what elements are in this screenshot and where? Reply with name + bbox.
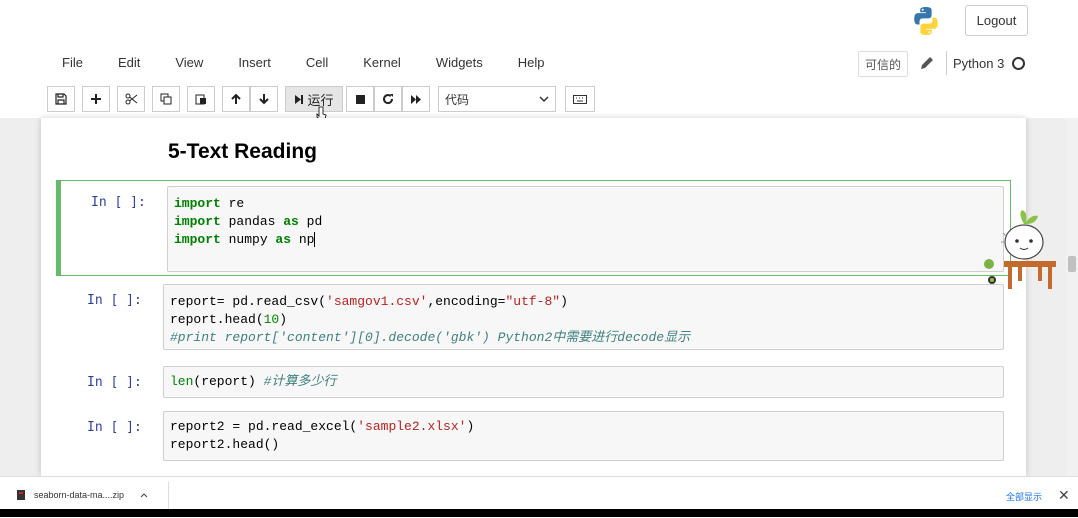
notebook-header: Logout File Edit View Insert Cell Kernel… [0,0,1078,121]
keyboard-icon [573,94,587,104]
code-editor[interactable]: len(report) #计算多少行 [163,366,1004,398]
copy-icon [160,93,172,105]
interrupt-button[interactable] [346,86,374,112]
code-line: report.head(10) [170,312,288,327]
cell-prompt: In [ ]: [87,375,142,390]
copy-button[interactable] [152,86,180,112]
cut-button[interactable] [117,86,145,112]
insert-cell-button[interactable] [82,86,110,112]
chevron-up-icon[interactable] [140,492,148,498]
menu-kernel[interactable]: Kernel [351,50,413,76]
logout-button[interactable]: Logout [965,5,1028,36]
menu-view[interactable]: View [163,50,215,76]
code-cell[interactable]: In [ ]: len(report) #计算多少行 [56,360,1011,400]
cell-prompt: In [ ]: [87,293,142,308]
code-line: import pandas as pd [174,214,323,229]
scrollbar-thumb[interactable] [1068,256,1076,272]
sprout-mascot-icon [984,210,1056,289]
download-item[interactable]: seaborn-data-ma....zip [16,489,148,501]
menu-edit[interactable]: Edit [106,50,152,76]
code-cell[interactable]: In [ ]: report= pd.read_csv('samgov1.csv… [56,278,1011,350]
notebook-container: 5-Text Reading In [ ]: import re import … [41,118,1026,476]
code-line: report2.head() [170,437,280,452]
trusted-indicator[interactable]: 可信的 [858,51,908,77]
code-editor[interactable]: import re import pandas as pd import num… [167,186,1004,272]
fast-forward-icon [410,94,421,104]
stop-icon [355,94,365,104]
cell-prompt: In [ ]: [91,195,146,210]
arrow-down-icon [259,94,269,105]
download-file-name: seaborn-data-ma....zip [34,490,125,500]
python-logo-icon [914,7,938,35]
menu-insert[interactable]: Insert [226,50,283,76]
arrow-up-icon [231,93,241,104]
scissors-icon [125,93,137,105]
code-line: report2 = pd.read_excel('sample2.xlsx') [170,419,475,434]
code-editor[interactable]: report2 = pd.read_excel('sample2.xlsx') … [163,411,1004,461]
paste-button[interactable] [187,86,215,112]
kernel-status: Python 3 [946,51,1031,75]
plus-icon [91,94,101,104]
code-comment-line: #print report['content'][0].decode('gbk'… [170,330,691,345]
menu-widgets[interactable]: Widgets [424,50,495,76]
cell-prompt: In [ ]: [87,420,142,435]
kernel-idle-icon [1012,56,1026,70]
step-forward-icon [295,94,304,104]
code-editor[interactable]: report= pd.read_csv('samgov1.csv',encodi… [163,284,1004,350]
menu-file[interactable]: File [50,50,95,76]
restart-icon [383,94,394,105]
pencil-icon[interactable] [918,54,936,72]
cell-type-select[interactable]: 代码 [438,86,556,112]
chevron-down-icon [539,96,549,103]
move-down-button[interactable] [250,86,278,112]
close-icon[interactable]: ✕ [1058,487,1070,504]
code-cell[interactable]: In [ ]: report2 = pd.read_excel('sample2… [56,405,1011,461]
code-line: import re [174,196,245,211]
menu-bar: File Edit View Insert Cell Kernel Widget… [50,50,568,76]
save-button[interactable] [47,86,75,112]
save-icon [55,93,67,105]
zip-file-icon [17,490,25,500]
markdown-heading: 5-Text Reading [168,140,317,163]
kernel-name: Python 3 [953,55,1005,71]
code-cell[interactable]: In [ ]: import re import pandas as pd im… [56,180,1011,276]
run-button[interactable]: 运行 [285,86,343,112]
command-palette-button[interactable] [565,86,595,112]
code-line: report= pd.read_csv('samgov1.csv',encodi… [170,294,568,309]
screen-edge [0,509,1078,517]
code-line: len(report) #计算多少行 [170,374,337,389]
code-line: import numpy as np [174,232,316,248]
divider [168,482,169,512]
cell-type-value: 代码 [445,92,470,107]
move-up-button[interactable] [222,86,250,112]
paste-icon [195,94,206,105]
show-all-downloads-link[interactable]: 全部显示 [1006,490,1042,503]
page-scrollbar[interactable] [1066,118,1078,476]
text-caret [314,232,316,248]
restart-run-all-button[interactable] [402,86,430,112]
menu-cell[interactable]: Cell [294,50,340,76]
menu-help[interactable]: Help [506,50,557,76]
restart-button[interactable] [374,86,402,112]
